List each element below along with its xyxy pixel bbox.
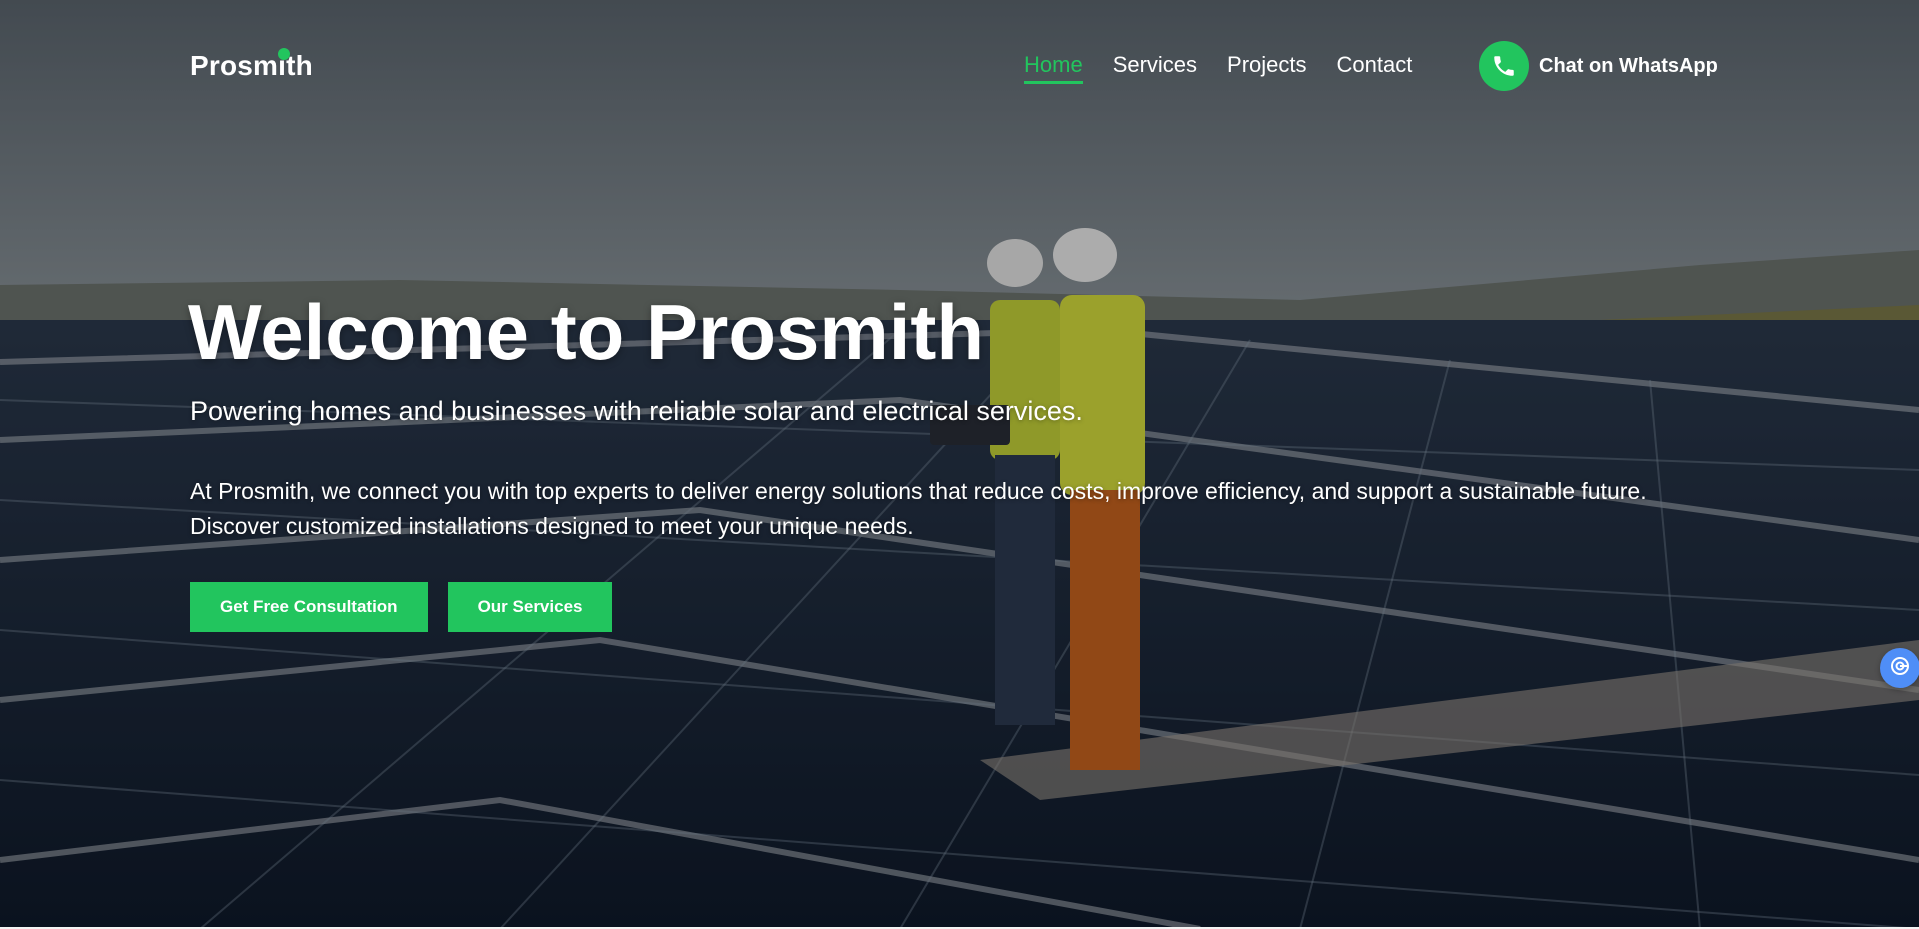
assistant-icon	[1888, 654, 1912, 683]
hero-overlay	[0, 0, 1919, 929]
logo-dot	[278, 48, 290, 60]
nav-services-link[interactable]: Services	[1113, 52, 1197, 84]
hero-description: At Prosmith, we connect you with top exp…	[190, 478, 1647, 539]
get-free-consultation-button[interactable]: Get Free Consultation	[190, 582, 428, 632]
hero-subtitle: Powering homes and businesses with relia…	[190, 396, 1083, 426]
whatsapp-chat-button[interactable]: Chat on WhatsApp	[1479, 41, 1718, 91]
hero-title: Welcome to Prosmith	[188, 288, 985, 376]
whatsapp-label: Chat on WhatsApp	[1539, 54, 1718, 77]
page: Prosmith Home Services Projects Contact …	[0, 0, 1919, 929]
assistant-widget-button[interactable]	[1880, 648, 1919, 688]
hero-cta-row: Get Free Consultation Our Services	[190, 582, 613, 632]
logo[interactable]: Prosmith	[190, 50, 313, 82]
phone-icon	[1479, 41, 1529, 91]
our-services-button[interactable]: Our Services	[447, 582, 613, 632]
nav-projects-link[interactable]: Projects	[1227, 52, 1306, 84]
nav-home-link[interactable]: Home	[1024, 52, 1083, 84]
main-nav: Home Services Projects Contact	[1024, 52, 1412, 84]
site-header: Prosmith Home Services Projects Contact …	[0, 0, 1919, 134]
nav-contact-link[interactable]: Contact	[1337, 52, 1413, 84]
